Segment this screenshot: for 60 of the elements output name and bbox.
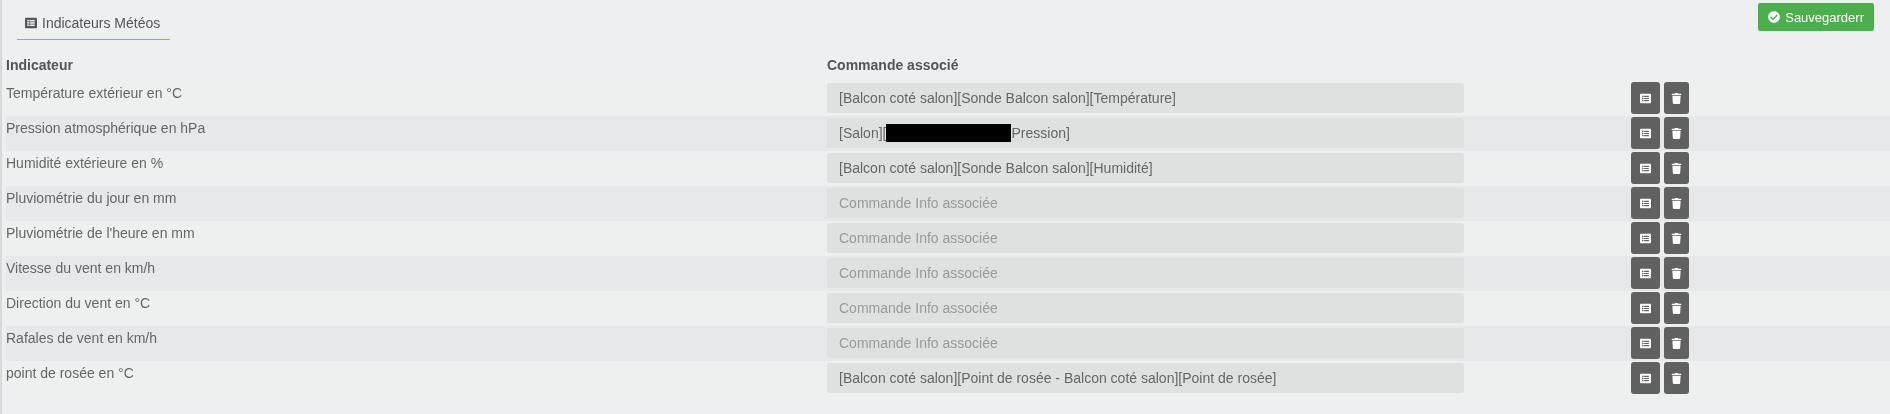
trash-icon: [1671, 267, 1682, 279]
indicator-label: point de rosée en °C: [6, 365, 134, 381]
trash-icon: [1671, 337, 1682, 349]
delete-button[interactable]: [1664, 292, 1689, 324]
list-icon: [1640, 197, 1651, 209]
delete-button[interactable]: [1664, 187, 1689, 219]
list-icon: [1640, 337, 1651, 349]
list-icon: [1640, 232, 1651, 244]
command-field[interactable]: [Salon][ Pression]: [827, 118, 1464, 148]
list-button[interactable]: [1631, 222, 1660, 254]
command-field[interactable]: Commande Info associée: [827, 293, 1464, 323]
list-button[interactable]: [1631, 327, 1660, 359]
list-button[interactable]: [1631, 117, 1660, 149]
list-icon: [1640, 267, 1651, 279]
indicator-label: Température extérieur en °C: [6, 85, 182, 101]
trash-icon: [1671, 127, 1682, 139]
list-button[interactable]: [1631, 257, 1660, 289]
indicator-label: Pluviométrie du jour en mm: [6, 190, 177, 206]
command-field[interactable]: Commande Info associée: [827, 328, 1464, 358]
list-button[interactable]: [1631, 187, 1660, 219]
list-icon: [1640, 302, 1651, 314]
indicator-label: Vitesse du vent en km/h: [6, 260, 156, 276]
delete-button[interactable]: [1664, 257, 1689, 289]
save-button[interactable]: Sauvegarderr: [1758, 3, 1874, 31]
delete-button[interactable]: [1664, 327, 1689, 359]
list-button[interactable]: [1631, 362, 1660, 394]
delete-button[interactable]: [1664, 222, 1689, 254]
trash-icon: [1671, 372, 1682, 384]
trash-icon: [1671, 92, 1682, 104]
command-field[interactable]: [Balcon coté salon][Point de rosée - Balcon coté salon][Point de rosée]: [827, 363, 1464, 393]
command-field[interactable]: Commande Info associée: [827, 188, 1464, 218]
list-icon: [1640, 372, 1651, 384]
indicator-label: Pluviométrie de l'heure en mm: [6, 225, 195, 241]
column-header: Indicateur: [6, 57, 73, 73]
list-icon: [25, 17, 37, 29]
trash-icon: [1671, 197, 1682, 209]
command-field[interactable]: [Balcon coté salon][Sonde Balcon salon][Température]: [827, 83, 1464, 113]
indicator-label: Humidité extérieure en %: [6, 155, 164, 171]
list-icon: [1640, 127, 1651, 139]
tab[interactable]: Indicateurs Météos: [17, 3, 171, 40]
indicator-label: Rafales de vent en km/h: [6, 330, 157, 346]
indicator-label: Direction du vent en °C: [6, 295, 151, 311]
indicator-label: Pression atmosphérique en hPa: [6, 120, 206, 136]
list-icon: [1640, 92, 1651, 104]
check-icon: [1768, 11, 1781, 23]
trash-icon: [1671, 302, 1682, 314]
command-field[interactable]: [Balcon coté salon][Sonde Balcon salon][Humidité]: [827, 153, 1464, 183]
list-button[interactable]: [1631, 152, 1660, 184]
command-field[interactable]: Commande Info associée: [827, 258, 1464, 288]
delete-button[interactable]: [1664, 152, 1689, 184]
command-field[interactable]: Commande Info associée: [827, 223, 1464, 253]
trash-icon: [1671, 232, 1682, 244]
column-header: Commande associé: [827, 57, 959, 73]
trash-icon: [1671, 162, 1682, 174]
list-button[interactable]: [1631, 292, 1660, 324]
list-icon: [1640, 162, 1651, 174]
delete-button[interactable]: [1664, 362, 1689, 394]
list-button[interactable]: [1631, 82, 1660, 114]
delete-button[interactable]: [1664, 82, 1689, 114]
delete-button[interactable]: [1664, 117, 1689, 149]
